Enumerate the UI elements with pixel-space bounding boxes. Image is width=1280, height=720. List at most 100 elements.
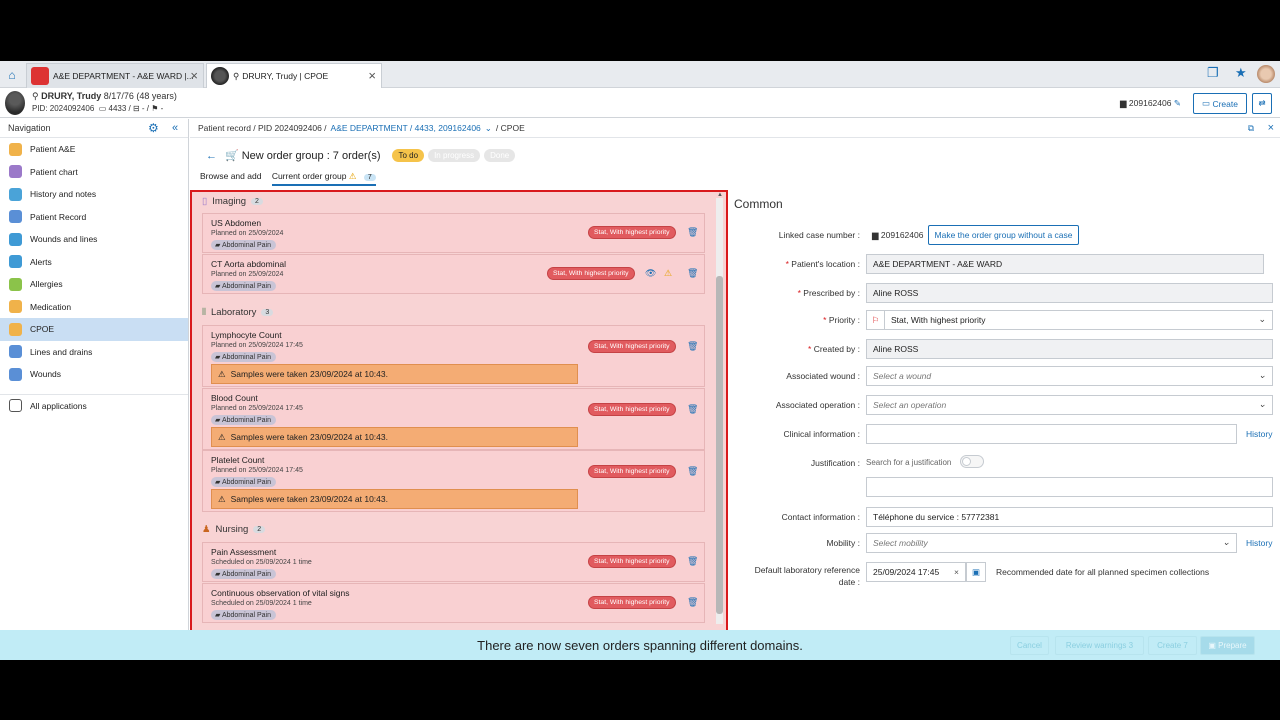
- mobility-history-link[interactable]: History: [1246, 538, 1272, 548]
- sidebar-item-history-and-notes[interactable]: History and notes: [0, 183, 188, 206]
- sidebar-item-wounds[interactable]: Wounds: [0, 363, 188, 386]
- star-icon[interactable]: ★: [1235, 65, 1247, 81]
- order-card[interactable]: Lymphocyte Count Planned on 25/09/2024 17…: [202, 325, 705, 387]
- calendar-icon[interactable]: ▣: [966, 562, 986, 582]
- default-lab-label-2: date :: [838, 577, 860, 587]
- tab-browse-and-add[interactable]: Browse and add: [200, 171, 261, 181]
- chevron-down-icon[interactable]: ⌄: [485, 123, 492, 134]
- justification-toggle[interactable]: [960, 455, 984, 468]
- sidebar-item-cpoe[interactable]: CPOE: [0, 318, 188, 341]
- diagnosis-tag: ▰ Abdominal Pain: [211, 281, 276, 291]
- prescribed-by-field[interactable]: Aline ROSS: [866, 283, 1273, 303]
- sample-text: Samples were taken 23/09/2024 at 10:43.: [230, 432, 388, 442]
- sidebar-item-label: Lines and drains: [30, 346, 93, 357]
- diagnosis-tag: ▰ Abdominal Pain: [211, 415, 276, 425]
- collapse-icon[interactable]: «: [172, 122, 178, 134]
- cart-icon: 🛒: [225, 150, 239, 162]
- warning-icon[interactable]: ⚠: [664, 268, 672, 279]
- close-icon[interactable]: ×: [1268, 122, 1274, 134]
- navigation-header: Navigation ⚙ «: [0, 119, 188, 138]
- order-card[interactable]: CT Aorta abdominal Planned on 25/09/2024 ▰…: [202, 254, 705, 294]
- scrollbar-thumb[interactable]: [716, 276, 723, 614]
- justification-input[interactable]: [866, 477, 1273, 497]
- contact-field[interactable]: Téléphone du service : 57772381: [866, 507, 1273, 527]
- sidebar-item-all-applications[interactable]: All applications: [0, 395, 188, 418]
- sidebar-item-patient-record[interactable]: Patient Record: [0, 206, 188, 229]
- mobility-select[interactable]: Select mobility ⌄: [866, 533, 1237, 553]
- create-order-button[interactable]: Create 7: [1148, 636, 1197, 655]
- order-card[interactable]: Continuous observation of vital signs Sch…: [202, 583, 705, 623]
- nurse-icon: ♟: [202, 524, 211, 535]
- breadcrumb-department[interactable]: A&E DEPARTMENT / 4433, 209162406: [331, 123, 481, 133]
- clinical-info-input[interactable]: [866, 424, 1237, 444]
- gear-icon[interactable]: ⚙: [148, 121, 159, 135]
- section-nursing: ♟ Nursing 2: [202, 524, 266, 535]
- window-icon[interactable]: ❐: [1207, 65, 1219, 81]
- back-arrow-icon[interactable]: ←: [206, 150, 217, 162]
- sidebar-item-allergies[interactable]: Allergies: [0, 273, 188, 296]
- tab-label: DRURY, Trudy | CPOE: [242, 71, 329, 81]
- chevron-down-icon: ⌄: [1222, 537, 1230, 547]
- sidebar-item-lines-and-drains[interactable]: Lines and drains: [0, 341, 188, 364]
- sidebar-item-patient-a-e[interactable]: Patient A&E: [0, 138, 188, 161]
- trash-icon[interactable]: 🗑: [687, 227, 698, 238]
- operation-placeholder: Select an operation: [873, 400, 947, 410]
- order-card[interactable]: Pain Assessment Scheduled on 25/09/2024 1…: [202, 542, 705, 582]
- popout-icon[interactable]: ⧉: [1248, 123, 1254, 134]
- tab-ae-ward[interactable]: A&E DEPARTMENT - A&E WARD |... ×: [26, 63, 204, 88]
- close-icon[interactable]: ×: [368, 68, 376, 83]
- sidebar-item-alerts[interactable]: Alerts: [0, 251, 188, 274]
- review-warnings-button[interactable]: Review warnings 3: [1055, 636, 1144, 655]
- tab-label: A&E DEPARTMENT - A&E WARD |...: [53, 71, 194, 81]
- priority-badge: Stat, With highest priority: [588, 403, 676, 416]
- scroll-up-icon[interactable]: ▲: [717, 192, 723, 198]
- tab-current-order-group[interactable]: Current order group ⚠ 7: [271, 171, 376, 186]
- sidebar-item-wounds-and-lines[interactable]: Wounds and lines: [0, 228, 188, 251]
- trash-icon[interactable]: 🗑: [687, 404, 698, 415]
- order-card[interactable]: Platelet Count Planned on 25/09/2024 17:4…: [202, 450, 705, 512]
- mobility-placeholder: Select mobility: [873, 538, 928, 548]
- sample-warning: ⚠ Samples were taken 23/09/2024 at 10:43.: [211, 427, 578, 447]
- chevron-down-icon: ⌄: [1258, 370, 1266, 380]
- contact-label: Contact information :: [781, 512, 860, 522]
- step-in-progress: In progress: [428, 149, 481, 162]
- swap-icon[interactable]: ⇄: [1252, 93, 1272, 114]
- prepare-label: Prepare: [1218, 641, 1247, 650]
- make-without-case-button[interactable]: Make the order group without a case: [928, 225, 1079, 245]
- breadcrumb-patient-record[interactable]: Patient record / PID 2024092406 /: [198, 123, 327, 133]
- order-card[interactable]: Blood Count Planned on 25/09/2024 17:45 ▰ …: [202, 388, 705, 450]
- close-icon[interactable]: ×: [190, 68, 198, 83]
- edit-icon[interactable]: ✎: [1174, 98, 1181, 108]
- created-by-field[interactable]: Aline ROSS: [866, 339, 1273, 359]
- sidebar-item-medication[interactable]: Medication: [0, 296, 188, 319]
- priority-badge: Stat, With highest priority: [588, 555, 676, 568]
- operation-select[interactable]: Select an operation ⌄: [866, 395, 1273, 415]
- trash-icon[interactable]: 🗑: [687, 341, 698, 352]
- create-label: Create: [1212, 98, 1238, 109]
- tab-cpoe[interactable]: ⚲ DRURY, Trudy | CPOE ×: [206, 63, 382, 88]
- location-field[interactable]: A&E DEPARTMENT - A&E WARD: [866, 254, 1264, 274]
- create-button[interactable]: ▭ Create: [1193, 93, 1247, 114]
- tab-bar: ⌂ A&E DEPARTMENT - A&E WARD |... × ⚲ DRU…: [0, 61, 1280, 88]
- trash-icon[interactable]: 🗑: [687, 556, 698, 567]
- app-icon: [9, 367, 22, 381]
- home-icon[interactable]: ⌂: [0, 61, 24, 88]
- wound-select[interactable]: Select a wound ⌄: [866, 366, 1273, 386]
- review-label: Review warnings: [1065, 641, 1127, 650]
- section-name: Imaging: [212, 196, 247, 207]
- user-avatar[interactable]: [1257, 65, 1275, 83]
- order-card[interactable]: US Abdomen Planned on 25/09/2024 ▰ Abdomin…: [202, 213, 705, 253]
- default-lab-date-input[interactable]: 25/09/2024 17:45 ×: [866, 562, 966, 582]
- clinical-history-link[interactable]: History: [1246, 429, 1272, 439]
- view-icon[interactable]: 👁: [645, 268, 656, 279]
- trash-icon[interactable]: 🗑: [687, 597, 698, 608]
- priority-select[interactable]: ⚐ Stat, With highest priority ⌄: [866, 310, 1273, 330]
- prepare-button[interactable]: ▣ Prepare: [1200, 636, 1255, 655]
- trash-icon[interactable]: 🗑: [687, 268, 698, 279]
- clear-icon[interactable]: ×: [954, 567, 959, 577]
- sample-icon: ⚠: [218, 431, 226, 442]
- step-todo: To do: [392, 149, 425, 162]
- cancel-button[interactable]: Cancel: [1010, 636, 1049, 655]
- sidebar-item-patient-chart[interactable]: Patient chart: [0, 161, 188, 184]
- trash-icon[interactable]: 🗑: [687, 466, 698, 477]
